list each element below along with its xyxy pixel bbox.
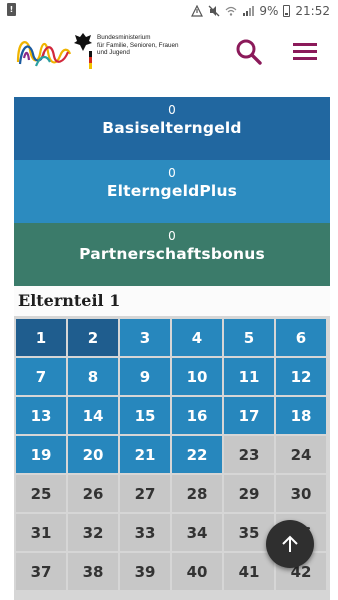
- month-cell-8[interactable]: 8: [68, 358, 118, 395]
- month-cell-31[interactable]: 31: [16, 514, 66, 551]
- ministry-line-1: Bundesministerium: [97, 34, 151, 41]
- month-cell-16[interactable]: 16: [172, 397, 222, 434]
- month-cell-18[interactable]: 18: [276, 397, 326, 434]
- wifi-icon: [225, 6, 237, 16]
- month-cell-41[interactable]: 41: [224, 553, 274, 590]
- elterngeldplus-label: ElterngeldPlus: [106, 182, 238, 200]
- month-cell-12[interactable]: 12: [276, 358, 326, 395]
- month-cell-30[interactable]: 30: [276, 475, 326, 512]
- site-header: Bundesministerium für Familie, Senioren,…: [0, 22, 338, 84]
- month-cell-26[interactable]: 26: [68, 475, 118, 512]
- month-cell-38[interactable]: 38: [68, 553, 118, 590]
- parent-title: Elternteil 1: [18, 291, 121, 310]
- month-cell-11[interactable]: 11: [224, 358, 274, 395]
- month-cell-28[interactable]: 28: [172, 475, 222, 512]
- arrow-up-icon: [282, 535, 298, 552]
- month-cell-22[interactable]: 22: [172, 436, 222, 473]
- month-cell-40[interactable]: 40: [172, 553, 222, 590]
- month-cell-25[interactable]: 25: [16, 475, 66, 512]
- status-bar: ! 9% 21:52: [0, 0, 338, 22]
- month-cell-10[interactable]: 10: [172, 358, 222, 395]
- month-cell-6[interactable]: 6: [276, 319, 326, 356]
- month-cell-4[interactable]: 4: [172, 319, 222, 356]
- parent-header: Elternteil 1: [14, 286, 330, 316]
- basiselterngeld-label: Basiselterngeld: [102, 119, 242, 137]
- month-cell-3[interactable]: 3: [120, 319, 170, 356]
- month-cell-29[interactable]: 29: [224, 475, 274, 512]
- ministry-line-2: für Familie, Senioren, Frauen: [97, 41, 179, 49]
- basiselterngeld-count: 0: [168, 103, 176, 117]
- status-icons: 9% 21:52: [191, 4, 330, 18]
- month-cell-14[interactable]: 14: [68, 397, 118, 434]
- family-ministry-logo[interactable]: [16, 32, 72, 72]
- partnerschaftsbonus-count: 0: [168, 229, 176, 243]
- month-cell-23[interactable]: 23: [224, 436, 274, 473]
- battery-percentage: 9%: [259, 4, 279, 18]
- ministry-line-3: und Jugend: [97, 49, 130, 57]
- partnerschaftsbonus-label: Partnerschaftsbonus: [79, 245, 265, 263]
- month-cell-24[interactable]: 24: [276, 436, 326, 473]
- notification-icon: !: [7, 3, 16, 16]
- hamburger-menu-icon: [293, 43, 317, 60]
- month-cell-34[interactable]: 34: [172, 514, 222, 551]
- month-cell-19[interactable]: 19: [16, 436, 66, 473]
- elterngeldplus-count: 0: [168, 166, 176, 180]
- month-cell-27[interactable]: 27: [120, 475, 170, 512]
- month-cell-1[interactable]: 1: [16, 319, 66, 356]
- band-basiselterngeld[interactable]: 0 Basiselterngeld: [14, 97, 330, 160]
- month-cell-2[interactable]: 2: [68, 319, 118, 356]
- month-cell-15[interactable]: 15: [120, 397, 170, 434]
- menu-button[interactable]: [290, 38, 320, 66]
- month-cell-13[interactable]: 13: [16, 397, 66, 434]
- federal-eagle-icon: [74, 33, 92, 69]
- signal-icon: [243, 6, 255, 16]
- band-elterngeldplus[interactable]: 0 ElterngeldPlus: [14, 160, 330, 223]
- month-cell-9[interactable]: 9: [120, 358, 170, 395]
- nfc-icon: [191, 5, 204, 17]
- month-cell-17[interactable]: 17: [224, 397, 274, 434]
- month-cell-7[interactable]: 7: [16, 358, 66, 395]
- search-button[interactable]: [234, 37, 264, 67]
- month-cell-32[interactable]: 32: [68, 514, 118, 551]
- month-cell-21[interactable]: 21: [120, 436, 170, 473]
- ministry-name: Bundesministerium für Familie, Senioren,…: [97, 34, 187, 57]
- clock: 21:52: [295, 4, 330, 18]
- search-icon: [236, 39, 262, 65]
- battery-icon: [283, 5, 291, 17]
- band-partnerschaftsbonus[interactable]: 0 Partnerschaftsbonus: [14, 223, 330, 286]
- month-cell-37[interactable]: 37: [16, 553, 66, 590]
- mute-icon: [208, 5, 220, 17]
- month-cell-5[interactable]: 5: [224, 319, 274, 356]
- scroll-to-top-button[interactable]: [266, 520, 314, 568]
- month-cell-39[interactable]: 39: [120, 553, 170, 590]
- month-cell-20[interactable]: 20: [68, 436, 118, 473]
- month-cell-33[interactable]: 33: [120, 514, 170, 551]
